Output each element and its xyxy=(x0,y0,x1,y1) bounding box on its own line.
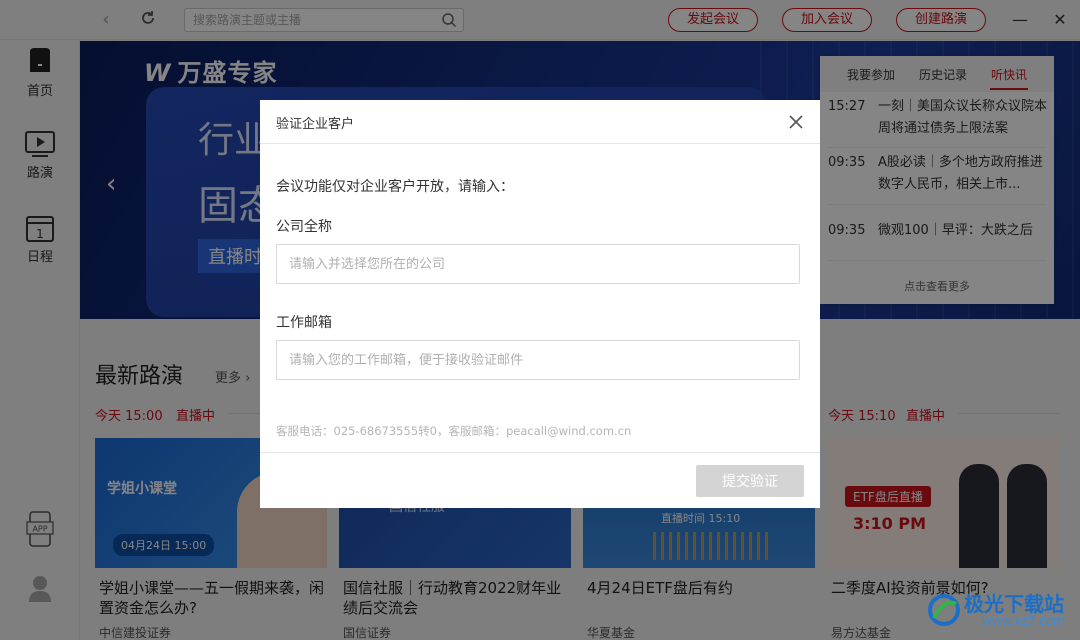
watermark-icon xyxy=(928,594,960,626)
work-email-input[interactable] xyxy=(276,340,800,380)
company-label: 公司全称 xyxy=(276,219,332,235)
dialog-header: 验证企业客户 xyxy=(260,100,820,144)
watermark-logo: 极光下载站 www.xz7.com xyxy=(922,586,1072,636)
divider xyxy=(260,452,820,453)
watermark-text: 极光下载站 xyxy=(964,592,1064,616)
watermark-url: www.xz7.com xyxy=(982,614,1065,628)
verify-enterprise-dialog: 验证企业客户 会议功能仅对企业客户开放，请输入： 公司全称 工作邮箱 客服电话：… xyxy=(260,100,820,508)
dialog-title: 验证企业客户 xyxy=(276,117,355,132)
close-icon[interactable] xyxy=(786,112,806,132)
dialog-intro: 会议功能仅对企业客户开放，请输入： xyxy=(276,179,514,195)
submit-verification-button[interactable]: 提交验证 xyxy=(696,465,804,497)
contact-info: 客服电话：025-68673555转0，客服邮箱：peacall@wind.co… xyxy=(276,424,632,438)
company-name-input[interactable] xyxy=(276,244,800,284)
email-label: 工作邮箱 xyxy=(276,315,332,331)
